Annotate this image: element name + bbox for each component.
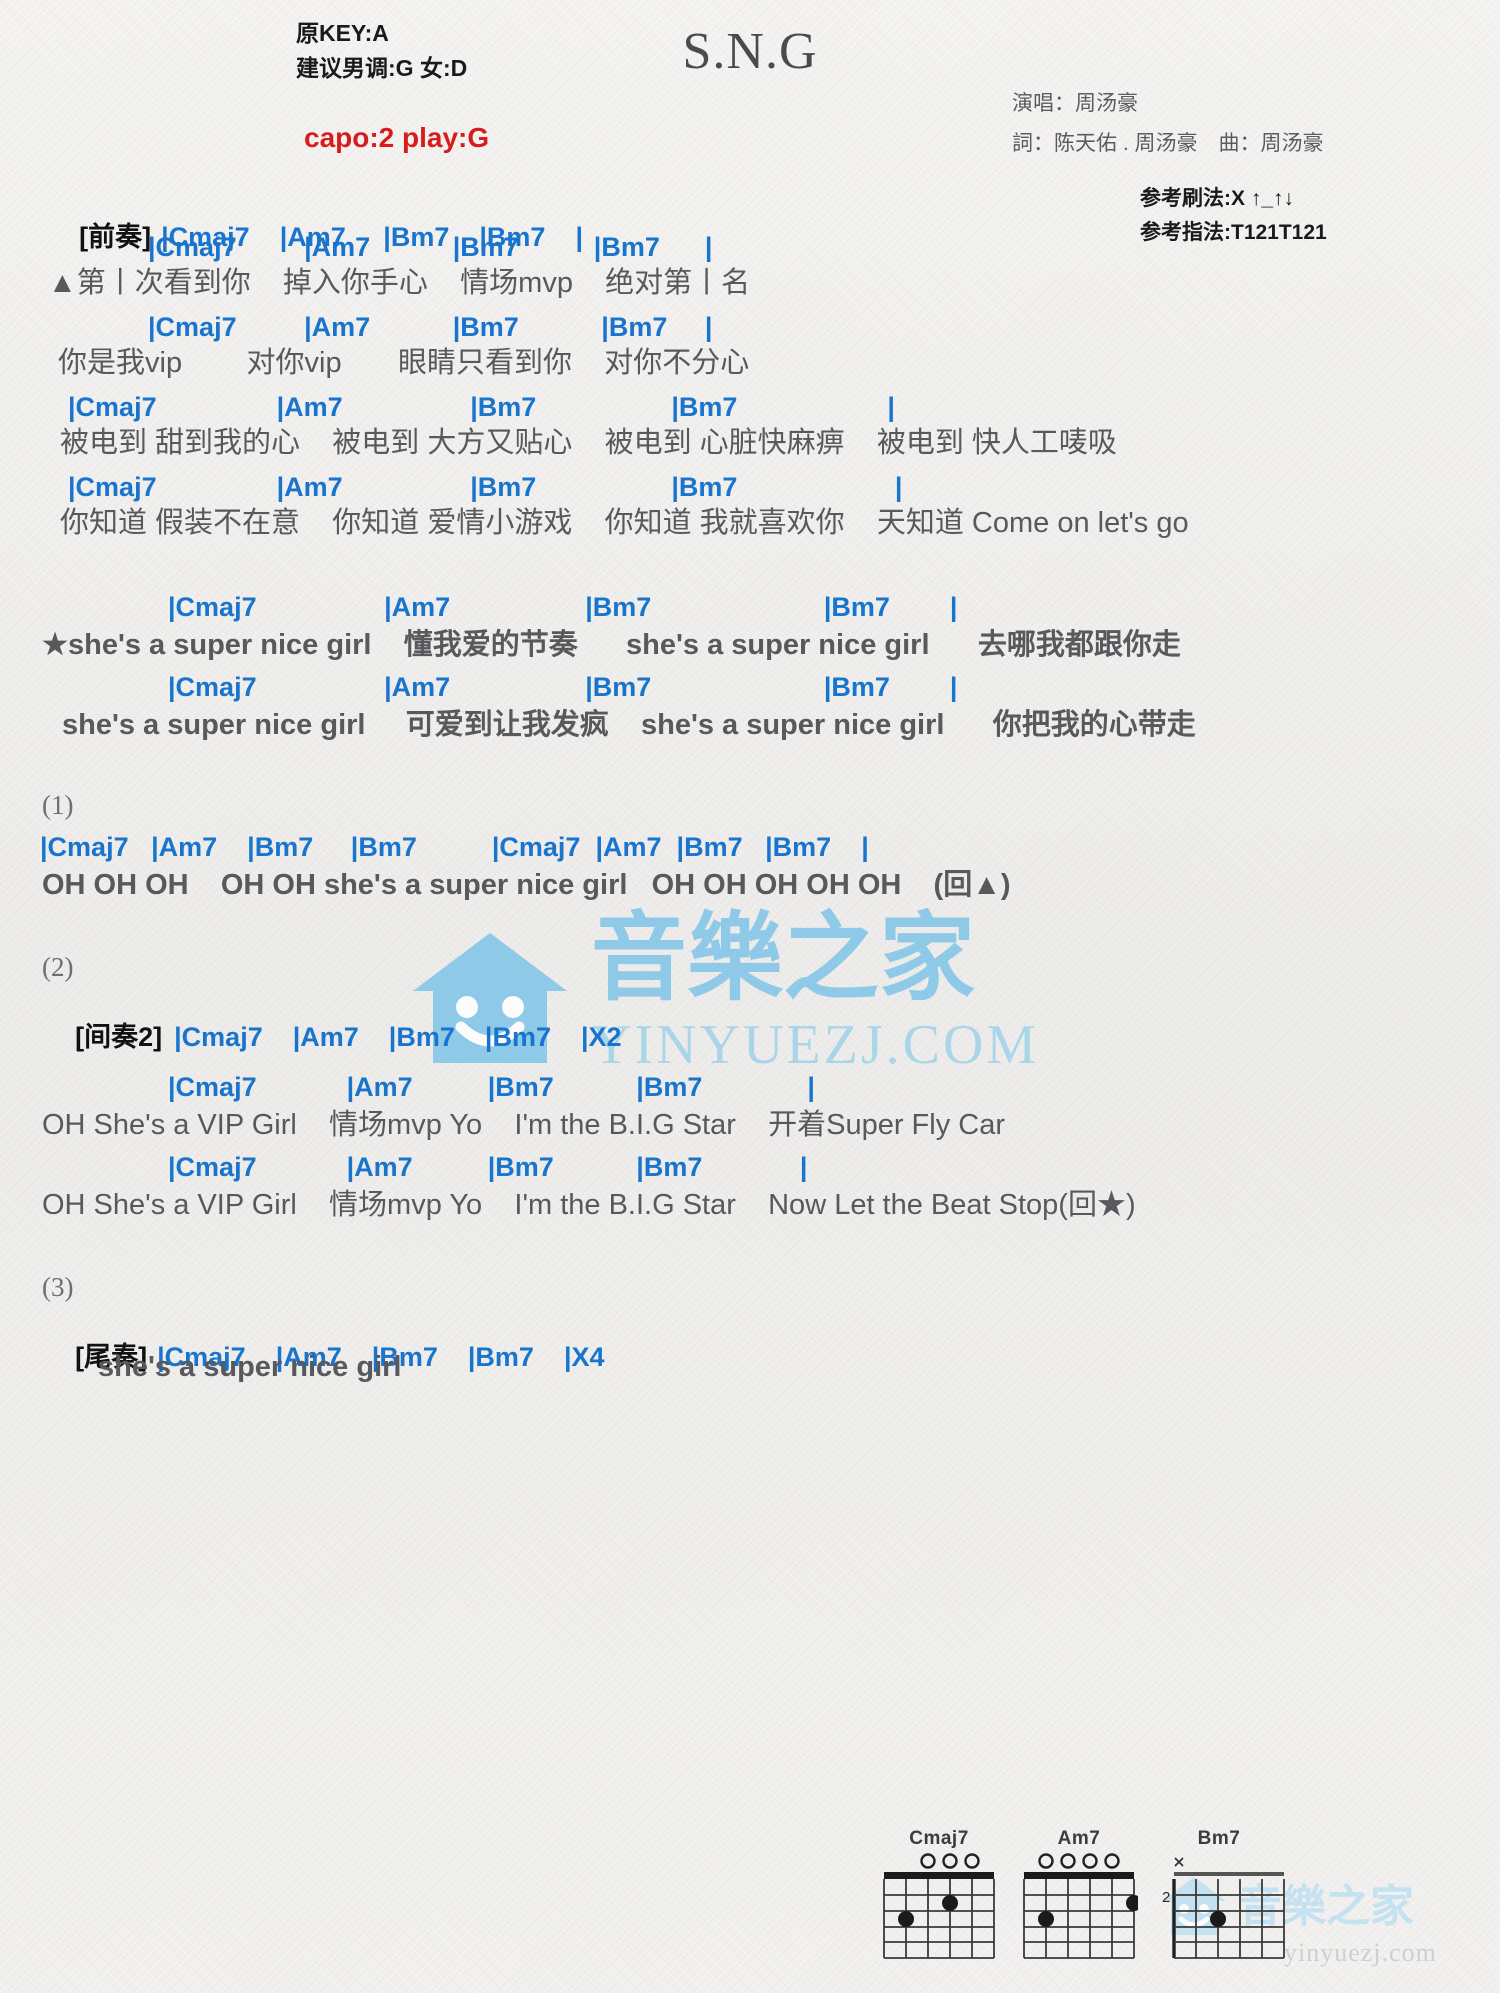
- page-title: S.N.G: [682, 23, 818, 80]
- fingering-reference: 参考指法:T121T121: [1140, 221, 1327, 244]
- interlude2-row: [间奏2] |Cmaj7 |Am7 |Bm7 |Bm7 |X2: [44, 992, 622, 1082]
- chord-diagram-name: Cmaj7: [909, 1828, 969, 1849]
- intro-tag: [前奏]: [79, 222, 152, 252]
- verse2-chords-0: |Cmaj7 |Am7 |Bm7 |Bm7 |: [68, 392, 895, 422]
- chord-diagram-grid: 2: [1162, 1857, 1285, 1959]
- credit-writers: 詞：陈天佑 . 周汤豪 曲：周汤豪: [1012, 132, 1324, 155]
- open-string-markers: [1038, 1853, 1120, 1869]
- chorus-lyrics-1: she's a super nice girl 可爱到让我发疯 she's a …: [62, 709, 1196, 741]
- play-reference-block: 参考刷法:X ↑_↑↓ 参考指法:T121T121: [1140, 182, 1327, 250]
- chord-diagram-strip: Cmaj7 Am7 Bm7 2: [880, 1828, 1285, 1988]
- verse1-chords-1: |Cmaj7 |Am7 |Bm7 |Bm7 |: [148, 312, 713, 342]
- capo-info: capo:2 play:G: [304, 122, 490, 153]
- chord-diagram-grid: [883, 1853, 995, 1959]
- outro-lyrics: she's a super nice girl: [98, 1351, 402, 1383]
- interlude2-tag: [间奏2]: [75, 1022, 163, 1052]
- verse1-chords-0: |Cmaj7 |Am7 |Bm7 |Bm7 |: [148, 232, 713, 262]
- verse2-lyrics-0: 被电到 甜到我的心 被电到 大方又贴心 被电到 心脏快麻痹 被电到 快人工唛吸: [60, 427, 1117, 459]
- ending1-number: (1): [42, 790, 74, 820]
- verse2-lyrics-1: 你知道 假装不在意 你知道 爱情小游戏 你知道 我就喜欢你 天知道 Come o…: [60, 507, 1189, 539]
- verse1-lyrics-0: ▲第丨次看到你 掉入你手心 情场mvp 绝对第丨名: [48, 267, 751, 299]
- ending1-chords: |Cmaj7 |Am7 |Bm7 |Bm7 |Cmaj7 |Am7 |Bm7 |…: [40, 832, 869, 862]
- base-fret-label: 2: [1162, 1889, 1170, 1906]
- chorus-lyrics-0: ★she's a super nice girl 懂我爱的节奏 she's a …: [42, 629, 1181, 661]
- chord-diagram-grid: [1023, 1853, 1142, 1959]
- open-string-markers: [920, 1853, 980, 1869]
- chord-diagram-cmaj7: Cmaj7: [880, 1828, 998, 1969]
- interlude2-chords: |Cmaj7 |Am7 |Bm7 |Bm7 |X2: [174, 1022, 622, 1052]
- ending1-lyrics: OH OH OH OH OH she's a super nice girl O…: [42, 869, 1011, 901]
- bridge-lyrics-0: OH She's a VIP Girl 情场mvp Yo I'm the B.I…: [42, 1109, 1006, 1141]
- chorus-chords-0: |Cmaj7 |Am7 |Bm7 |Bm7 |: [168, 592, 958, 622]
- chord-diagram-am7: Am7: [1020, 1828, 1142, 1969]
- chord-diagram-name: Am7: [1057, 1828, 1101, 1849]
- credits-block: 演唱：周汤豪 詞：陈天佑 . 周汤豪 曲：周汤豪: [1012, 84, 1324, 164]
- chorus-chords-1: |Cmaj7 |Am7 |Bm7 |Bm7 |: [168, 672, 958, 702]
- interlude2-number: (2): [42, 952, 74, 982]
- outro-number: (3): [42, 1272, 74, 1302]
- chord-diagram-bm7: Bm7 2: [1160, 1828, 1285, 1969]
- bridge-lyrics-1: OH She's a VIP Girl 情场mvp Yo I'm the B.I…: [42, 1189, 1136, 1221]
- bridge-chords-0: |Cmaj7 |Am7 |Bm7 |Bm7 |: [168, 1072, 815, 1102]
- muted-string-marker: [1174, 1857, 1184, 1867]
- verse1-lyrics-1: 你是我vip 对你vip 眼睛只看到你 对你不分心: [58, 347, 750, 379]
- bridge-chords-1: |Cmaj7 |Am7 |Bm7 |Bm7 |: [168, 1152, 808, 1182]
- strum-reference: 参考刷法:X ↑_↑↓: [1140, 187, 1295, 210]
- verse2-chords-1: |Cmaj7 |Am7 |Bm7 |Bm7 |: [68, 472, 903, 502]
- finger-dots: [1210, 1911, 1226, 1927]
- chord-diagram-name: Bm7: [1197, 1828, 1241, 1849]
- credit-singer: 演唱：周汤豪: [1012, 92, 1138, 115]
